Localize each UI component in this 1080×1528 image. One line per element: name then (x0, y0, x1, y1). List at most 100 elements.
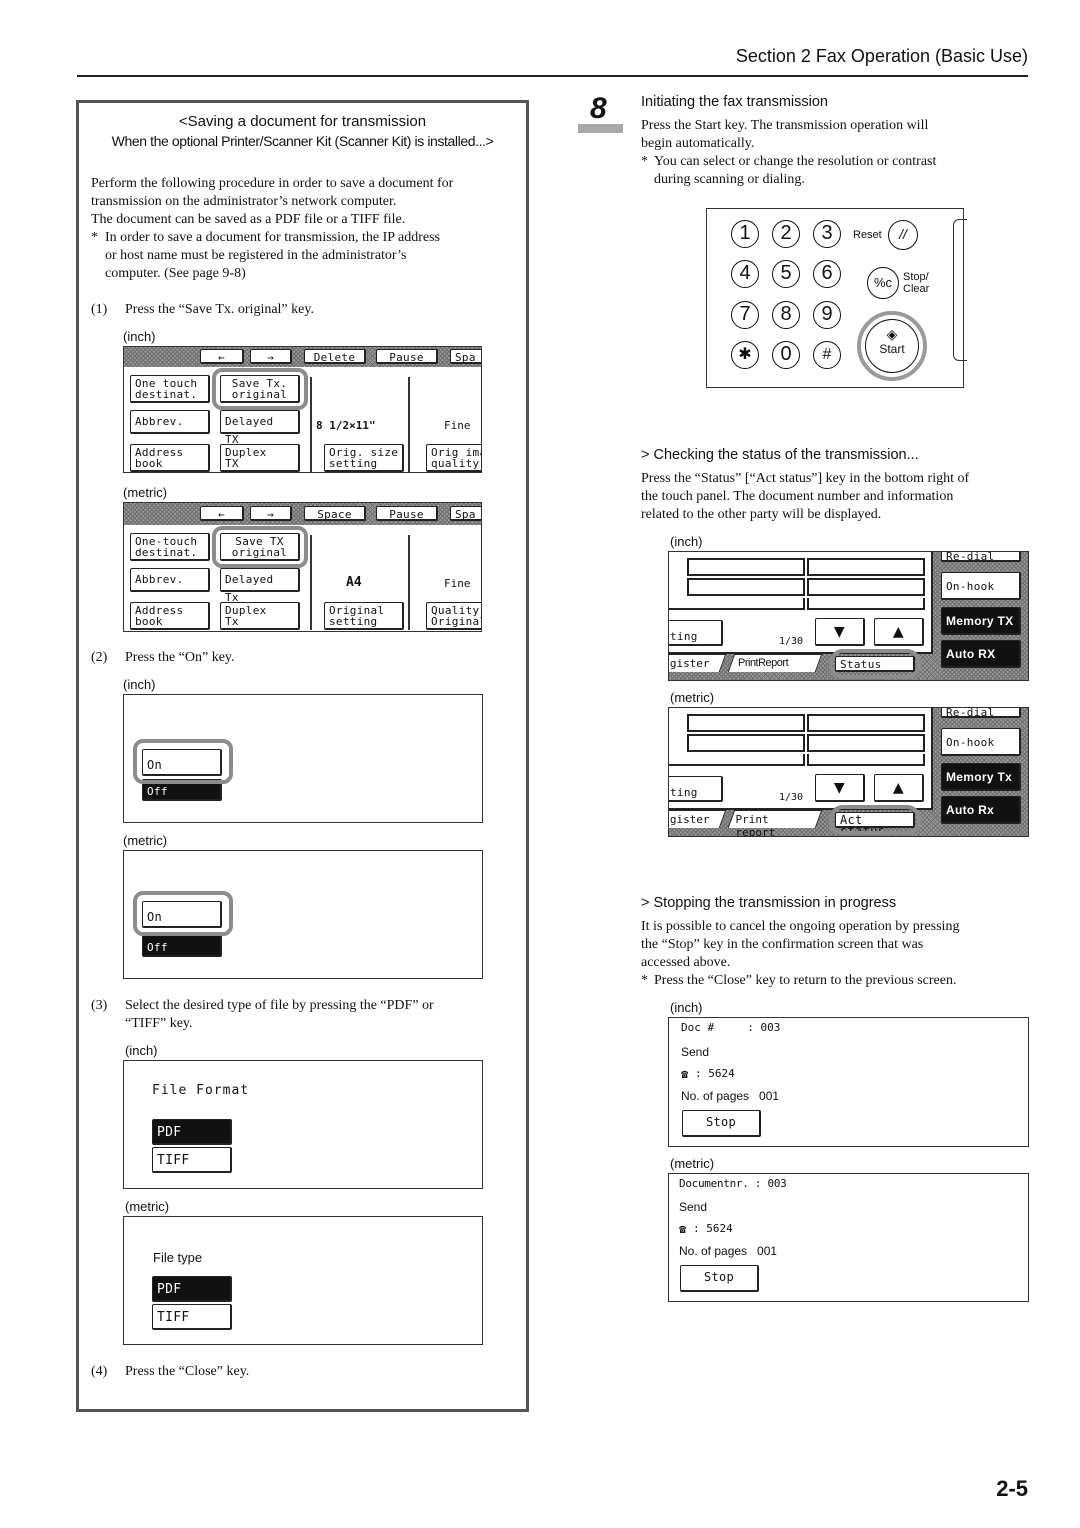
list-cell (807, 558, 925, 576)
pause-button[interactable]: Pause (376, 506, 438, 521)
key-8[interactable]: 8 (772, 301, 800, 329)
stop-button[interactable]: Stop (680, 1265, 759, 1292)
address-book-button[interactable]: Address book (130, 602, 210, 630)
stop-clear-key-icon[interactable]: %c (867, 267, 899, 299)
key-1[interactable]: 1 (731, 220, 759, 248)
reset-key-icon[interactable]: // (888, 220, 918, 250)
unit-label-inch: (inch) (670, 534, 703, 549)
space-button-2[interactable]: Spa (450, 506, 481, 521)
tab-print-report[interactable]: Print report (727, 810, 823, 836)
pdf-button[interactable]: PDF (152, 1276, 232, 1302)
tab-print-report[interactable]: PrintReport (727, 654, 823, 672)
list-cell (807, 734, 925, 752)
save-tx-original-button[interactable]: Save Tx. original (220, 375, 300, 403)
one-touch-destinat-button[interactable]: One-touch destinat. (130, 533, 210, 561)
forward-arrow-button[interactable]: → (250, 506, 292, 521)
pdf-button[interactable]: PDF (152, 1119, 232, 1145)
duplex-tx-button[interactable]: Duplex TX (220, 444, 300, 472)
setting-button[interactable]: ting (669, 620, 723, 646)
on-hook-button[interactable]: On-hook (941, 572, 1021, 600)
phone-icon: ☎ (679, 1222, 687, 1236)
save-tx-original-button[interactable]: Save TX original (220, 533, 300, 561)
scroll-down-button[interactable]: ▼ (815, 774, 865, 802)
key-4[interactable]: 4 (731, 260, 759, 288)
forward-arrow-button[interactable]: → (250, 349, 292, 364)
duplex-tx-button[interactable]: Duplex Tx (220, 602, 300, 630)
delayed-tx-button[interactable]: Delayed Tx (220, 568, 300, 604)
key-hash[interactable]: # (813, 341, 841, 369)
file-format-screen-metric: File type PDF TIFF (123, 1216, 483, 1345)
redial-button[interactable]: Re-dial (941, 552, 1021, 562)
scroll-up-button[interactable]: ▲ (874, 618, 924, 646)
original-setting-button[interactable]: Original setting (324, 602, 404, 630)
key-0[interactable]: 0 (772, 341, 800, 369)
note-marker: * (641, 973, 648, 988)
step-heading: Initiating the fax transmission (641, 94, 828, 110)
step-text: Press the “On” key. (125, 650, 235, 665)
space-button[interactable]: Space (304, 506, 366, 521)
tab-register[interactable]: gister (669, 654, 727, 672)
delete-button[interactable]: Delete (304, 349, 366, 364)
list-cell (807, 578, 925, 596)
key-6[interactable]: 6 (813, 260, 841, 288)
act-status-button[interactable]: Act status (835, 812, 915, 836)
checking-heading: > Checking the status of the transmissio… (641, 447, 919, 463)
tab-register[interactable]: gister (669, 810, 727, 828)
abbrev-button[interactable]: Abbrev. (130, 568, 210, 592)
list-cell (687, 714, 805, 732)
memory-tx-button[interactable]: Memory Tx (941, 763, 1021, 791)
redial-button[interactable]: Re-dial (941, 708, 1021, 718)
reset-label: Reset (853, 229, 882, 241)
step-number-badge: 8 (590, 92, 607, 125)
stopping-body: It is possible to cancel the ongoing ope… (641, 918, 959, 972)
file-format-label: File Format (152, 1083, 250, 1098)
back-arrow-button[interactable]: ← (200, 506, 244, 521)
header-rule (77, 75, 1028, 77)
auto-rx-button[interactable]: Auto Rx (941, 796, 1021, 824)
delayed-tx-button[interactable]: Delayed TX (220, 410, 300, 446)
quality-original-button[interactable]: Quality Original (426, 602, 481, 630)
orig-image-quality-button[interactable]: Orig imag quality (426, 444, 481, 472)
body-line: related to the other party will be displ… (641, 507, 882, 522)
address-book-button[interactable]: Address book (130, 444, 210, 472)
pause-button[interactable]: Pause (376, 349, 438, 364)
key-5[interactable]: 5 (772, 260, 800, 288)
start-icon: ◈ (886, 326, 898, 342)
start-key[interactable]: ◈ Start (865, 319, 919, 373)
tiff-button[interactable]: TIFF (152, 1147, 232, 1173)
key-3[interactable]: 3 (813, 220, 841, 248)
paper-size: A4 (346, 575, 362, 590)
on-hook-button[interactable]: On-hook (941, 728, 1021, 756)
tiff-button[interactable]: TIFF (152, 1304, 232, 1330)
back-arrow-button[interactable]: ← (200, 349, 244, 364)
checking-body: Press the “Status” [“Act status”] key in… (641, 470, 969, 524)
abbrev-button[interactable]: Abbrev. (130, 410, 210, 434)
status-screen-metric: ting 1/30 ▼ ▲ gister Print report Act st… (668, 707, 1029, 837)
list-cell (669, 754, 805, 766)
on-button[interactable]: On (142, 901, 222, 928)
memory-tx-button[interactable]: Memory TX (941, 607, 1021, 635)
status-button[interactable]: Status (835, 656, 915, 672)
scroll-down-button[interactable]: ▼ (815, 618, 865, 646)
paper-size: 8 1/2×11" (316, 419, 376, 432)
setting-button[interactable]: ting (669, 776, 723, 802)
key-asterisk[interactable]: ✱ (731, 341, 759, 369)
key-2[interactable]: 2 (772, 220, 800, 248)
unit-label-inch: (inch) (123, 329, 156, 344)
page-count: No. of pages 001 (679, 1244, 778, 1258)
off-button[interactable]: Off (142, 935, 222, 957)
phone-number: : 5624 (695, 1067, 735, 1080)
scroll-up-button[interactable]: ▲ (874, 774, 924, 802)
one-touch-destinat-button[interactable]: One touch destinat. (130, 375, 210, 403)
on-button[interactable]: On (142, 749, 222, 776)
off-button[interactable]: Off (142, 779, 222, 801)
stop-button[interactable]: Stop (682, 1110, 761, 1137)
orig-size-setting-button[interactable]: Orig. size setting (324, 444, 404, 472)
saving-document-panel: <Saving a document for transmission When… (76, 100, 529, 1412)
space-button[interactable]: Spa (450, 349, 481, 364)
tab-label: gister (669, 657, 710, 670)
key-9[interactable]: 9 (813, 301, 841, 329)
auto-rx-button[interactable]: Auto RX (941, 640, 1021, 668)
note-line: You can select or change the resolution … (654, 154, 937, 169)
key-7[interactable]: 7 (731, 301, 759, 329)
